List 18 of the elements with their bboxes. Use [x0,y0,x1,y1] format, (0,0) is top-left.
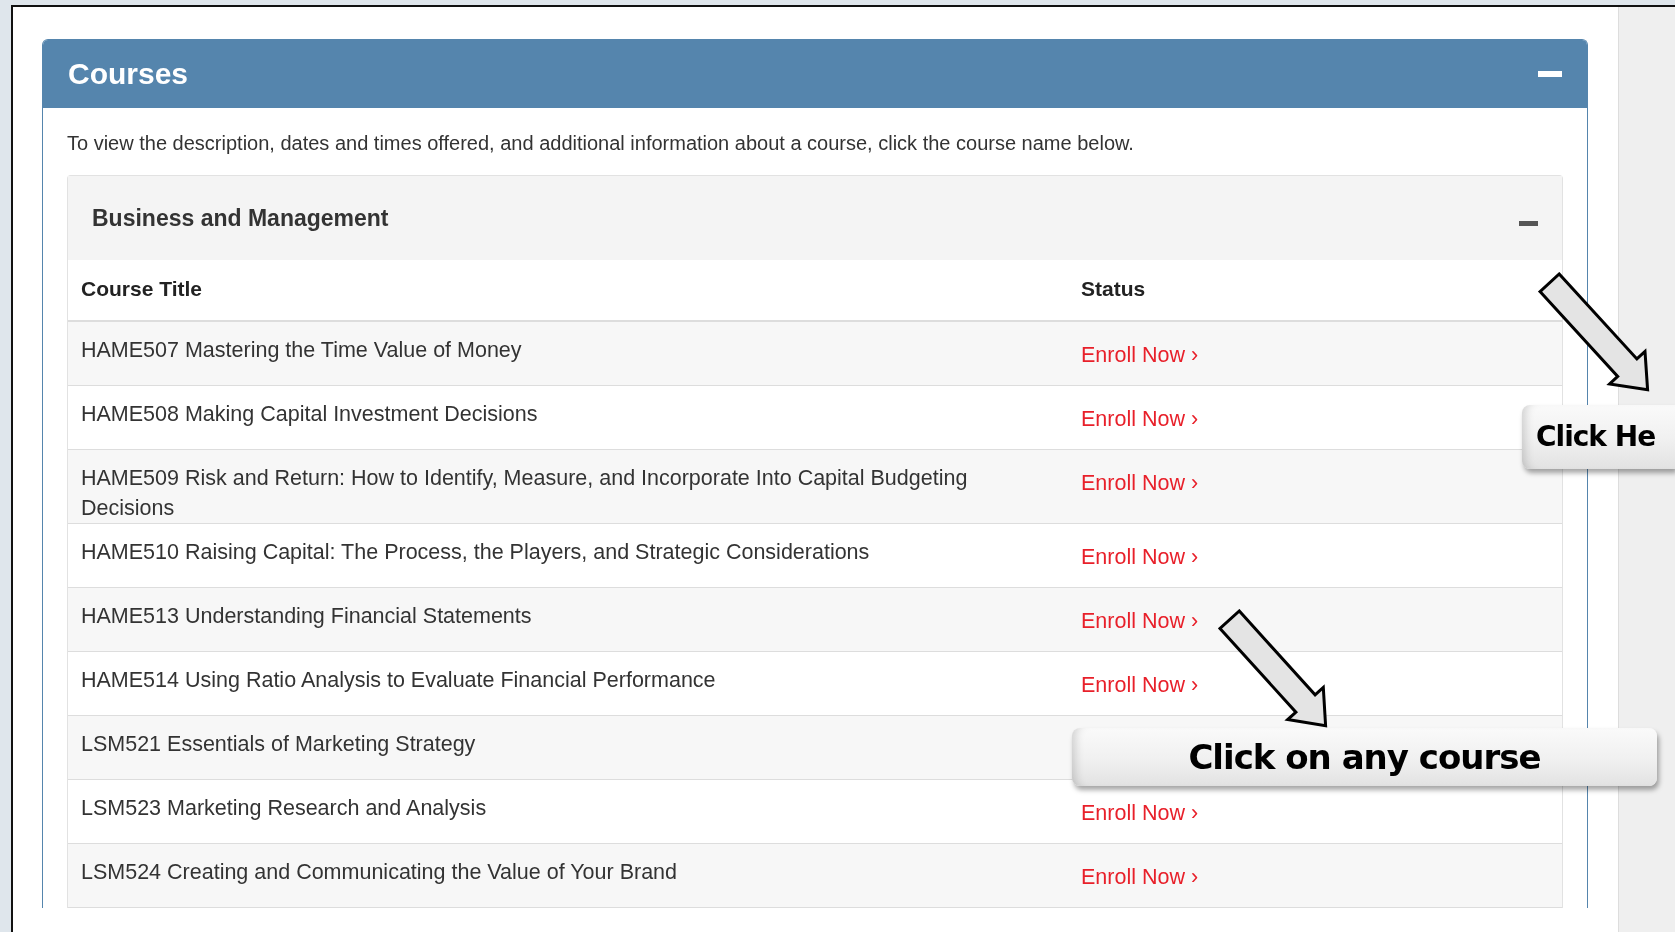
enroll-link[interactable]: Enroll Now › [1081,801,1199,825]
enroll-link[interactable]: Enroll Now › [1081,545,1199,569]
collapse-icon[interactable] [1519,220,1538,226]
course-link[interactable]: HAME508 Making Capital Investment Decisions [81,399,1055,429]
enroll-link[interactable]: Enroll Now › [1081,865,1199,889]
course-link[interactable]: HAME510 Raising Capital: The Process, the Players, and Strategic Considerations [81,537,1055,567]
enroll-link[interactable]: Enroll Now › [1081,673,1199,697]
enroll-link[interactable]: Enroll Now › [1081,407,1199,431]
enroll-link[interactable]: Enroll Now › [1081,471,1199,495]
enroll-link[interactable]: Enroll Now › [1081,609,1199,633]
course-link[interactable]: LSM523 Marketing Research and Analysis [81,793,1055,823]
callout-label: Click He [1522,405,1675,469]
panel-title: Courses [68,57,189,91]
category-title[interactable]: Business and Management [92,204,389,232]
course-link[interactable]: HAME514 Using Ratio Analysis to Evaluate Financial Performance [81,665,1055,695]
instructions-text: To view the description, dates and times offered, and additional information about a course, click the course name below. [67,132,1135,155]
callout-label: Click on any course [1072,728,1657,786]
enroll-link[interactable]: Enroll Now › [1081,343,1199,367]
